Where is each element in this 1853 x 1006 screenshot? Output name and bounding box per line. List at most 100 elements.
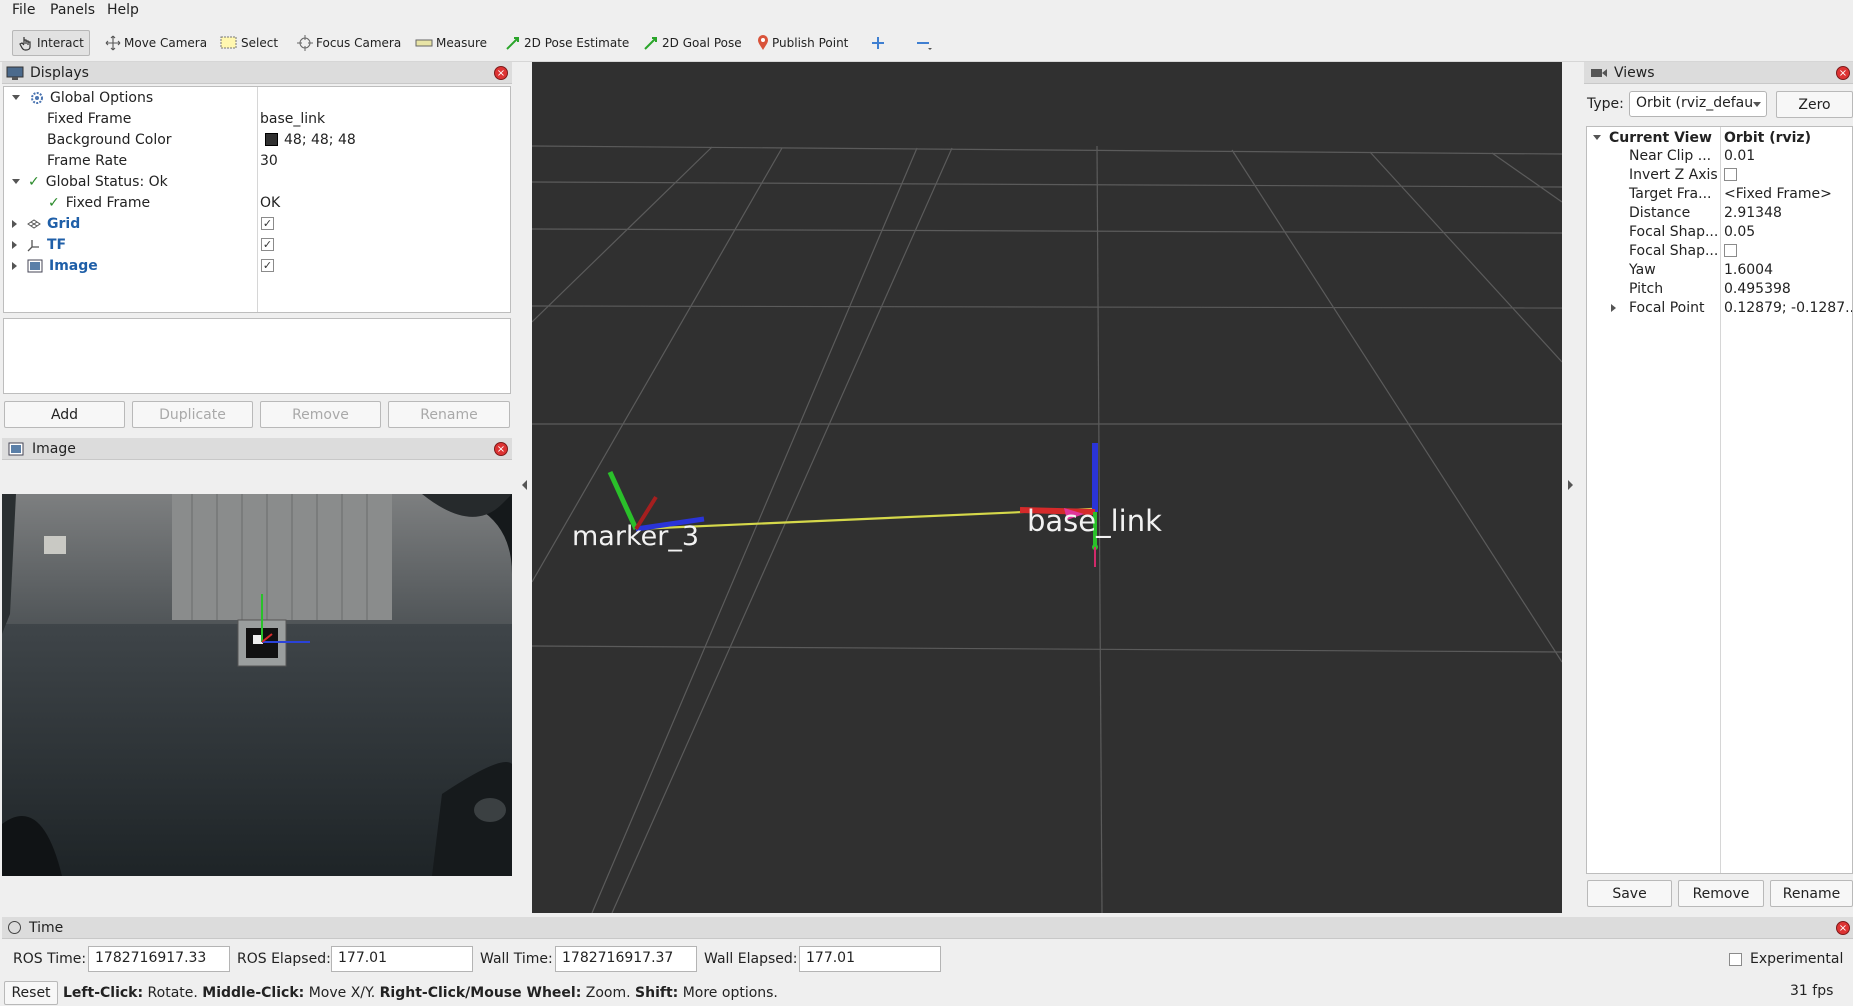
status-fixed-frame-label: Fixed Frame bbox=[65, 194, 151, 211]
duplicate-display-button[interactable]: Duplicate bbox=[132, 401, 253, 428]
add-display-button[interactable]: Add bbox=[4, 401, 125, 428]
view-type-select[interactable]: Orbit (rviz_defau bbox=[1629, 91, 1767, 117]
view-prop-value[interactable]: 0.01 bbox=[1724, 146, 1755, 165]
hint-key: Right-Click/Mouse Wheel: bbox=[379, 985, 582, 1001]
ros-time-field[interactable]: 1782716917.33 bbox=[88, 946, 230, 972]
view-prop-key: Yaw bbox=[1629, 261, 1656, 278]
close-displays-icon[interactable]: × bbox=[494, 66, 508, 80]
zero-view-button[interactable]: Zero bbox=[1776, 91, 1853, 118]
global-status-row[interactable]: ✓ Global Status: Ok bbox=[12, 171, 168, 192]
image-icon bbox=[8, 442, 24, 455]
3d-viewport[interactable]: marker_3 base_link bbox=[532, 62, 1562, 913]
display-item-tf[interactable]: TF bbox=[12, 234, 66, 255]
plus-icon bbox=[872, 37, 884, 49]
reset-button[interactable]: Reset bbox=[4, 981, 58, 1005]
remove-tool-button[interactable] bbox=[910, 30, 941, 56]
experimental-checkbox[interactable]: Experimental bbox=[1729, 951, 1843, 967]
views-title: Views bbox=[1614, 64, 1655, 81]
view-prop-value[interactable]: 0.12879; -0.1287... bbox=[1724, 298, 1853, 317]
view-prop-value[interactable]: 1.6004 bbox=[1724, 260, 1773, 279]
displays-panel-header: Displays × bbox=[2, 62, 512, 84]
view-prop-value[interactable]: <Fixed Frame> bbox=[1724, 184, 1832, 203]
wall-time-label: Wall Time: bbox=[480, 951, 553, 967]
save-view-button[interactable]: Save bbox=[1587, 880, 1672, 907]
view-type-value: Orbit (rviz_defau bbox=[1636, 95, 1754, 111]
goal-pose-tool-button[interactable]: 2D Goal Pose bbox=[638, 30, 747, 56]
view-prop-checkbox[interactable] bbox=[1724, 244, 1737, 257]
clock-icon bbox=[8, 921, 21, 934]
display-item-image[interactable]: Image bbox=[12, 255, 98, 276]
expand-icon[interactable] bbox=[12, 219, 17, 228]
current-view-row[interactable]: Current View bbox=[1593, 127, 1712, 148]
hint-action: Move X/Y. bbox=[304, 985, 380, 1001]
left-splitter-handle-icon[interactable] bbox=[522, 480, 527, 490]
add-tool-button[interactable] bbox=[866, 30, 893, 56]
status-fixed-frame-row: ✓ Fixed Frame bbox=[48, 192, 150, 213]
close-time-panel-icon[interactable]: × bbox=[1836, 921, 1850, 935]
image-enabled-checkbox[interactable]: ✓ bbox=[261, 255, 274, 276]
time-panel-header: Time × bbox=[2, 917, 1853, 939]
menu-panels[interactable]: Panels bbox=[50, 2, 95, 18]
remove-view-button[interactable]: Remove bbox=[1678, 880, 1764, 907]
close-views-icon[interactable]: × bbox=[1836, 66, 1850, 80]
hint-key: Middle-Click: bbox=[202, 985, 305, 1001]
view-prop-text: 0.12879; -0.1287... bbox=[1724, 299, 1853, 316]
expand-icon[interactable] bbox=[1593, 135, 1601, 140]
view-prop-value[interactable] bbox=[1724, 241, 1737, 260]
view-prop-value[interactable] bbox=[1724, 165, 1737, 184]
view-prop-label: Distance bbox=[1629, 203, 1690, 222]
menu-help[interactable]: Help bbox=[107, 2, 139, 18]
view-prop-text: <Fixed Frame> bbox=[1724, 185, 1832, 202]
expand-icon[interactable] bbox=[12, 261, 17, 270]
fixed-frame-label: Fixed Frame bbox=[47, 110, 132, 127]
monitor-icon bbox=[6, 66, 24, 80]
view-prop-text: 0.495398 bbox=[1724, 280, 1791, 297]
select-tool-button[interactable]: Select bbox=[215, 30, 283, 56]
interact-tool-button[interactable]: Interact bbox=[12, 30, 90, 56]
camera-image-view[interactable] bbox=[2, 494, 512, 876]
publish-point-tool-button[interactable]: Publish Point bbox=[752, 30, 853, 56]
expand-icon[interactable] bbox=[12, 179, 20, 184]
global-options-row[interactable]: Global Options bbox=[12, 87, 153, 108]
view-prop-label: Yaw bbox=[1629, 260, 1656, 279]
image-label: Image bbox=[49, 257, 98, 274]
check-icon: ✓ bbox=[28, 173, 40, 190]
ros-time-label: ROS Time: bbox=[13, 951, 87, 967]
rename-view-button[interactable]: Rename bbox=[1770, 880, 1853, 907]
measure-tool-button[interactable]: Measure bbox=[410, 30, 492, 56]
right-splitter-handle-icon[interactable] bbox=[1568, 480, 1573, 490]
move-camera-tool-button[interactable]: Move Camera bbox=[100, 30, 212, 56]
wall-elapsed-field[interactable]: 177.01 bbox=[799, 946, 941, 972]
tf-enabled-checkbox[interactable]: ✓ bbox=[261, 234, 274, 255]
view-prop-checkbox[interactable] bbox=[1724, 168, 1737, 181]
display-description-box bbox=[3, 318, 511, 394]
pose-estimate-tool-button[interactable]: 2D Pose Estimate bbox=[500, 30, 634, 56]
close-image-panel-icon[interactable]: × bbox=[494, 442, 508, 456]
view-prop-value[interactable]: 2.91348 bbox=[1724, 203, 1782, 222]
view-prop-key: Focal Point bbox=[1629, 299, 1705, 316]
view-prop-value[interactable]: 0.05 bbox=[1724, 222, 1755, 241]
rename-display-button[interactable]: Rename bbox=[388, 401, 510, 428]
view-prop-value[interactable]: 0.495398 bbox=[1724, 279, 1791, 298]
ros-elapsed-field[interactable]: 177.01 bbox=[331, 946, 473, 972]
menu-file[interactable]: File bbox=[12, 2, 35, 18]
expand-icon[interactable] bbox=[1611, 303, 1616, 312]
frame-rate-value[interactable]: 30 bbox=[260, 150, 278, 171]
focus-camera-tool-button[interactable]: Focus Camera bbox=[292, 30, 406, 56]
minus-icon bbox=[917, 42, 932, 50]
toolbar: Interact Move Camera Select Focus Camera… bbox=[0, 22, 1853, 62]
background-color-label: Background Color bbox=[47, 131, 172, 148]
expand-icon[interactable] bbox=[12, 95, 20, 100]
grid-enabled-checkbox[interactable]: ✓ bbox=[261, 213, 274, 234]
expand-icon[interactable] bbox=[12, 240, 17, 249]
status-fixed-frame-value: OK bbox=[260, 194, 281, 211]
remove-display-button[interactable]: Remove bbox=[260, 401, 381, 428]
wall-time-field[interactable]: 1782716917.37 bbox=[555, 946, 697, 972]
grid-icon bbox=[27, 218, 41, 229]
image-icon bbox=[27, 259, 43, 272]
axes-icon bbox=[27, 239, 39, 251]
fixed-frame-value[interactable]: base_link bbox=[260, 108, 325, 129]
background-color-value[interactable]: 48; 48; 48 bbox=[265, 129, 356, 150]
display-item-grid[interactable]: Grid bbox=[12, 213, 80, 234]
frame-rate-label: Frame Rate bbox=[47, 152, 128, 169]
